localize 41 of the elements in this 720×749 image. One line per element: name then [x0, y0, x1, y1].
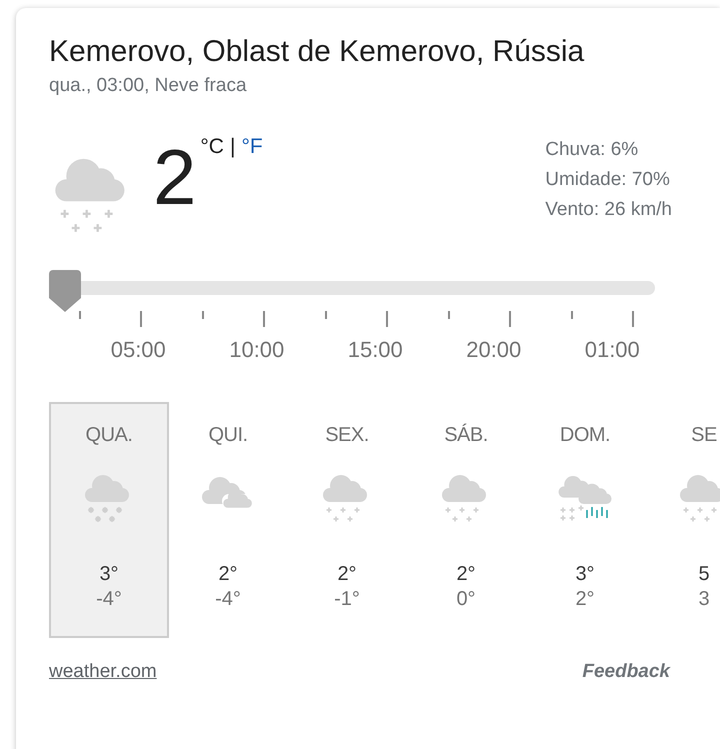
high-temperature: 3° — [99, 562, 119, 586]
low-temperature: 2° — [575, 586, 595, 612]
temperature: 2 — [153, 136, 196, 222]
timeline-thumb[interactable] — [49, 270, 81, 312]
high-temperature: 5 — [698, 562, 710, 586]
time-label: 20:00 — [466, 336, 522, 364]
day-tab[interactable]: SEX. 2° -1° — [287, 402, 407, 638]
low-temperature: -1° — [334, 586, 360, 612]
day-tab[interactable]: DOM. 3° 2° — [525, 402, 645, 638]
time-label: 10:00 — [229, 336, 284, 364]
day-name: SEX. — [325, 422, 369, 448]
fahrenheit-unit[interactable]: °F — [241, 130, 263, 162]
day-name: QUA. — [86, 422, 132, 448]
weather-detail: Vento: 26 km/h — [545, 198, 672, 222]
low-temperature: 3 — [698, 586, 710, 612]
day-name: SÁB. — [444, 422, 488, 448]
day-tab[interactable]: SE 5 3 — [644, 402, 720, 638]
location-title: Kemerovo, Oblast de Kemerovo, Rússia — [49, 34, 586, 70]
unit-separator: | — [230, 134, 236, 160]
day-name: DOM. — [560, 422, 610, 448]
low-temperature: 0° — [456, 586, 476, 612]
day-tab[interactable]: SÁB. 2° 0° — [406, 402, 526, 638]
day-tab[interactable]: QUI. 2° -4° — [168, 402, 288, 638]
weather-detail: Chuva: 6% — [545, 138, 640, 162]
day-name: QUI. — [208, 422, 248, 448]
time-label: 01:00 — [584, 336, 640, 364]
source-link[interactable]: weather.com — [49, 658, 157, 686]
celsius-unit: °C — [200, 134, 224, 160]
high-temperature: 2° — [337, 562, 357, 586]
high-temperature: 3° — [575, 562, 595, 586]
low-temperature: -4° — [96, 586, 122, 612]
time-label: 15:00 — [348, 336, 403, 364]
day-tab[interactable]: QUA. 3° -4° — [49, 402, 169, 638]
day-name: SE — [691, 422, 717, 448]
high-temperature: 2° — [218, 562, 238, 586]
feedback-link[interactable]: Feedback — [582, 658, 670, 686]
subtitle: qua., 03:00, Neve fraca — [49, 74, 248, 98]
high-temperature: 2° — [456, 562, 476, 586]
weather-detail: Umidade: 70% — [545, 168, 671, 192]
time-label: 05:00 — [110, 336, 166, 364]
low-temperature: -4° — [215, 586, 241, 612]
